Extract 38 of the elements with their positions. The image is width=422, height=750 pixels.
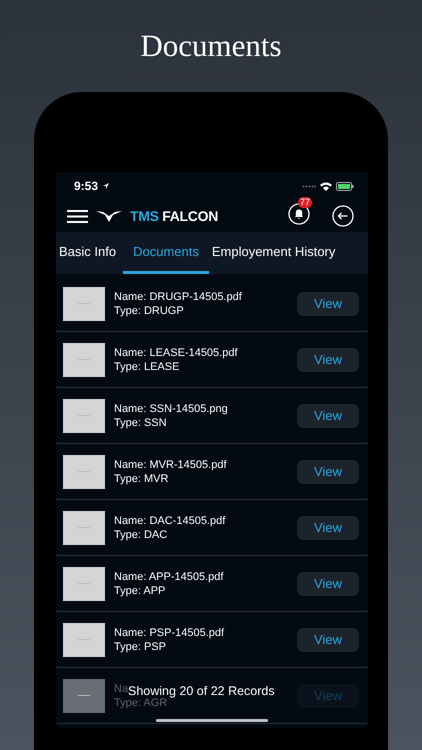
falcon-icon (96, 210, 122, 222)
view-button[interactable]: View (297, 628, 359, 652)
document-name: Name: DAC-14505.pdf (114, 514, 226, 528)
notification-badge: 77 (298, 196, 312, 208)
logo-text: TMS FALCON (130, 208, 218, 224)
document-type: Type: DAC (114, 528, 168, 542)
document-type: Type: AGR (114, 696, 168, 710)
back-icon[interactable] (332, 205, 354, 227)
view-button[interactable]: View (297, 572, 359, 596)
document-name: Name: MVR-14505.pdf (114, 458, 226, 472)
document-name: Name: LEASE-14505.pdf (114, 346, 238, 360)
document-name: Name: APP-14505.pdf (114, 570, 224, 584)
records-count: Showing 20 of 22 Records (128, 684, 275, 698)
document-name: Name: SSN-14505.png (114, 402, 228, 416)
tab[interactable]: Employement History (208, 232, 342, 274)
page-headline: Documents (140, 27, 282, 65)
document-name: Name: DRUGP-14505.pdf (114, 290, 242, 304)
document-name: Na (114, 682, 128, 696)
status-time: 9:53 (74, 179, 98, 193)
menu-icon[interactable] (67, 210, 88, 222)
location-arrow-icon (102, 182, 110, 190)
view-button[interactable]: View (297, 516, 359, 540)
view-button[interactable]: View (297, 348, 359, 372)
battery-icon (336, 182, 354, 190)
view-button[interactable]: View (297, 292, 359, 316)
document-type: Type: APP (114, 584, 166, 598)
view-button[interactable]: View (297, 404, 359, 428)
document-type: Type: PSP (114, 640, 166, 654)
document-type: Type: LEASE (114, 360, 180, 374)
tab[interactable]: Basic Info (56, 232, 124, 274)
document-type: Type: MVR (114, 472, 168, 486)
document-type: Type: SSN (114, 416, 167, 430)
signal-icon (302, 184, 316, 188)
tab[interactable]: Documents (123, 232, 209, 274)
wifi-icon (320, 182, 332, 190)
document-type: Type: DRUGP (114, 304, 184, 318)
view-button[interactable]: View (297, 460, 359, 484)
document-name: Name: PSP-14505.pdf (114, 626, 224, 640)
